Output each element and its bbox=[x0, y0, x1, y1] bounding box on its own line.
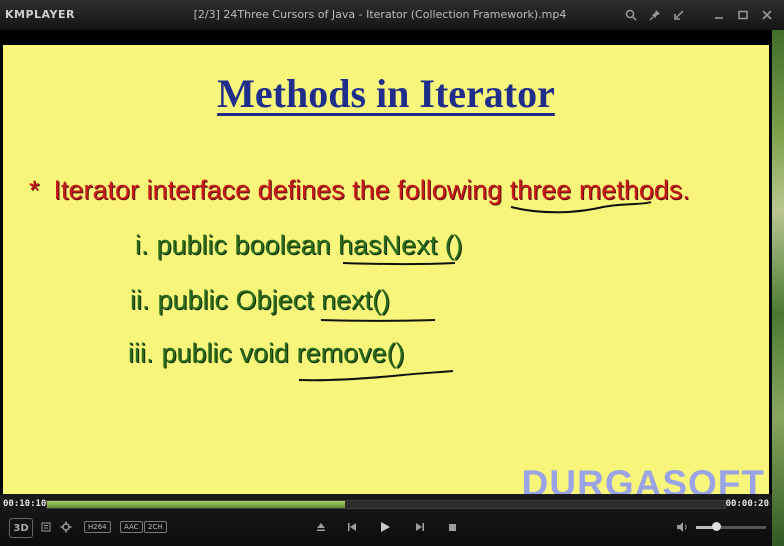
volume-icon[interactable] bbox=[674, 518, 690, 536]
control-buttons-row: 3D H264 AAC 2CH bbox=[0, 516, 772, 540]
maximize-icon[interactable] bbox=[734, 6, 752, 24]
codec-badge: H264 bbox=[84, 521, 111, 533]
video-area[interactable]: Methods in Iterator * Iterator interface … bbox=[0, 30, 772, 507]
play-icon[interactable] bbox=[376, 518, 394, 536]
desktop-background-strip bbox=[772, 30, 784, 546]
playlist-icon[interactable] bbox=[38, 518, 54, 536]
elapsed-time: 00:10:10 bbox=[3, 499, 47, 509]
slide: Methods in Iterator * Iterator interface … bbox=[3, 45, 769, 507]
minimize-icon[interactable] bbox=[710, 6, 728, 24]
player-controls: 00:10:10 00:00:20 3D H264 AAC 2CH bbox=[0, 494, 772, 546]
seek-bar[interactable] bbox=[46, 500, 726, 509]
ink-underline-three-methods bbox=[510, 201, 652, 214]
close-icon[interactable] bbox=[758, 6, 776, 24]
title-bar-buttons bbox=[622, 6, 776, 24]
window-title: [2/3] 24Three Cursors of Java - Iterator… bbox=[193, 8, 567, 21]
audio-badge: AAC bbox=[120, 521, 143, 533]
duration-time: 00:00:20 bbox=[725, 499, 769, 509]
minimize-to-mini-icon[interactable] bbox=[670, 6, 688, 24]
3d-button[interactable]: 3D bbox=[9, 518, 33, 538]
next-icon[interactable] bbox=[412, 518, 428, 536]
eject-icon[interactable] bbox=[313, 518, 329, 536]
ink-underline-next bbox=[320, 319, 436, 322]
ink-annotations bbox=[298, 201, 652, 382]
stop-icon[interactable] bbox=[444, 518, 460, 536]
pin-icon[interactable] bbox=[646, 6, 664, 24]
volume-slider[interactable] bbox=[696, 522, 766, 531]
channel-badge: 2CH bbox=[144, 521, 167, 533]
ink-underline-remove bbox=[298, 370, 454, 382]
title-bar: KMPLAYER [2/3] 24Three Cursors of Java -… bbox=[0, 0, 784, 31]
search-icon[interactable] bbox=[622, 6, 640, 24]
volume-knob[interactable] bbox=[711, 522, 721, 531]
gear-icon[interactable] bbox=[58, 518, 74, 536]
previous-icon[interactable] bbox=[344, 518, 360, 536]
ink-underline-hasnext bbox=[342, 262, 456, 266]
app-logo[interactable]: KMPLAYER bbox=[5, 8, 75, 21]
seek-progress bbox=[47, 501, 346, 508]
